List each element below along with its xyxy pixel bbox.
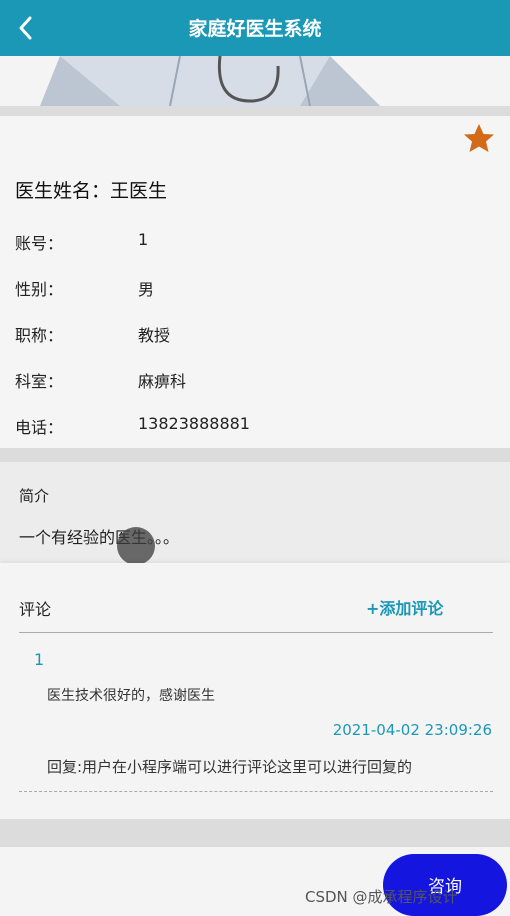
title-value: 教授 xyxy=(138,326,171,345)
phone-label: 电话： xyxy=(15,418,64,437)
account-label: 账号： xyxy=(15,234,64,253)
intro-title: 简介 xyxy=(19,487,50,505)
phone-value: 13823888881 xyxy=(138,414,250,433)
account-value: 1 xyxy=(138,230,149,249)
comment-time: 2021-04-02 23:09:26 xyxy=(332,721,492,739)
title-label: 职称： xyxy=(15,326,64,345)
comment-divider xyxy=(19,791,493,792)
department-value: 麻痹科 xyxy=(138,372,187,391)
section-gap xyxy=(0,106,510,116)
comments-title: 评论 xyxy=(19,600,52,619)
gender-value: 男 xyxy=(138,280,155,299)
touch-indicator xyxy=(117,527,155,565)
section-gap xyxy=(0,819,510,847)
favorite-star-icon[interactable] xyxy=(462,122,496,156)
comment-text: 医生技术很好的，感谢医生 xyxy=(47,688,215,704)
page-title: 家庭好医生系统 xyxy=(188,18,322,40)
section-gap xyxy=(0,448,510,462)
comment-user: 1 xyxy=(34,650,45,669)
intro-text: 一个有经验的医生。。。 xyxy=(19,528,180,547)
watermark-text: CSDN @成承程序设计 xyxy=(305,888,458,906)
doctor-name-label: 医生姓名： xyxy=(15,180,111,202)
doctor-name-value: 王医生 xyxy=(110,180,168,202)
gender-label: 性别： xyxy=(15,280,64,299)
doctor-info-card xyxy=(0,116,510,448)
add-comment-button[interactable]: +添加评论 xyxy=(366,595,443,619)
doctor-name: 医生姓名：王医生 xyxy=(15,176,167,203)
app-header: 家庭好医生系统 xyxy=(0,0,510,56)
comment-reply: 回复:用户在小程序端可以进行评论这里可以进行回复的 xyxy=(47,758,413,776)
doctor-photo xyxy=(0,56,510,106)
divider xyxy=(19,632,493,633)
department-label: 科室： xyxy=(15,372,64,391)
